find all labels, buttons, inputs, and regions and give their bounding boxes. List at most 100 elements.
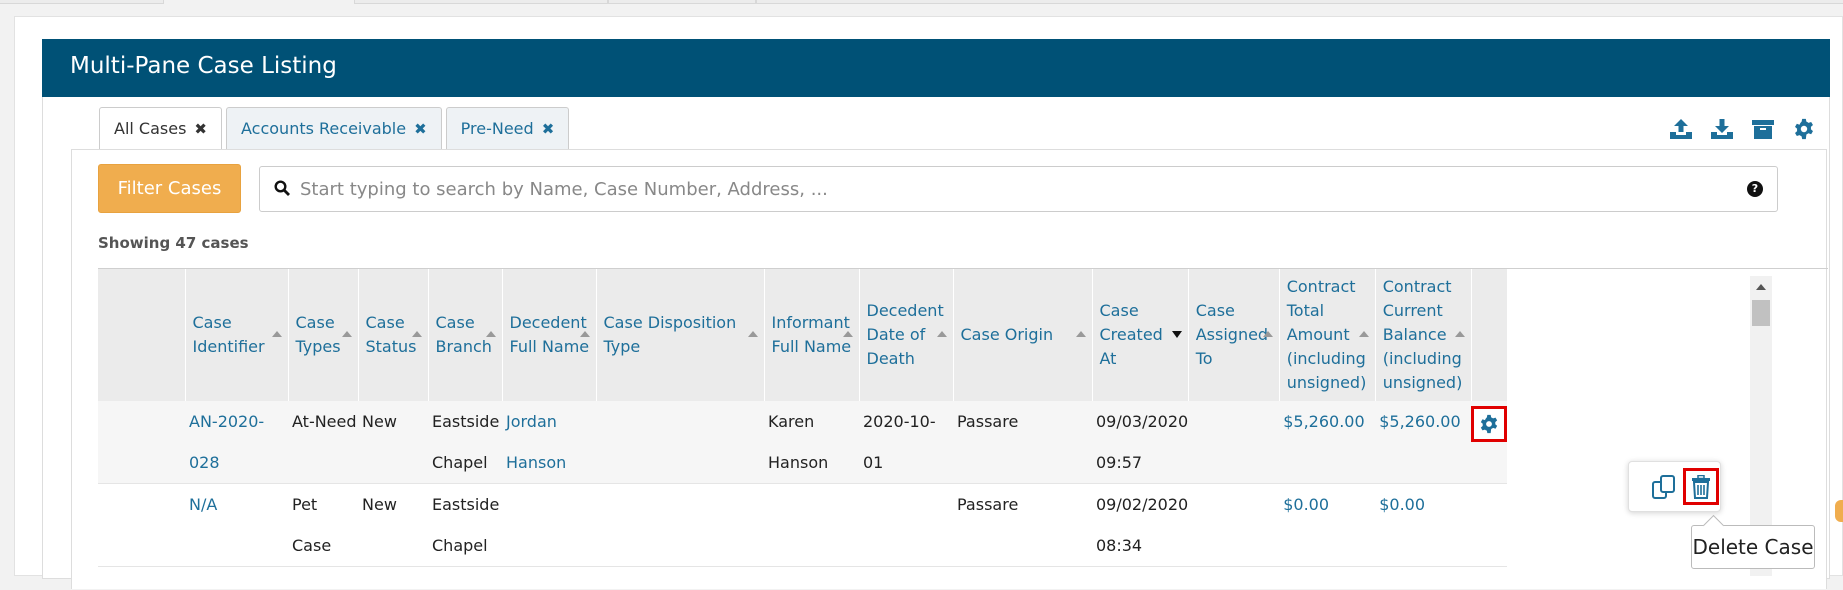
cell-case-origin: Passare: [953, 401, 1092, 484]
close-icon[interactable]: ✖: [194, 120, 207, 138]
sort-icon[interactable]: [842, 331, 853, 337]
col-case-types[interactable]: Case Types: [288, 269, 359, 401]
case-table: Case Identifier Case Types Case Status C…: [98, 268, 1828, 590]
top-tab[interactable]: [354, 0, 608, 4]
table-row[interactable]: AN-2020-028 At-Need New Eastside Chapel …: [98, 401, 1508, 484]
sort-icon[interactable]: [579, 331, 590, 337]
col-select: [98, 269, 186, 401]
cell-case-branch: Eastside Chapel: [428, 483, 502, 567]
cell-decedent-full-name: [502, 483, 596, 567]
contract-total-link[interactable]: $0.00: [1283, 495, 1329, 514]
sort-icon[interactable]: [485, 331, 496, 337]
cell-contract-current-balance[interactable]: $0.00: [1375, 483, 1472, 567]
cell-contract-current-balance[interactable]: $5,260.00: [1375, 401, 1472, 484]
sort-icon[interactable]: [936, 331, 947, 337]
column-header-label: Case Created At: [1099, 301, 1163, 368]
tab-pre-need[interactable]: Pre-Need ✖: [445, 107, 570, 149]
case-identifier-link[interactable]: AN-2020-028: [189, 412, 264, 472]
cell-case-identifier[interactable]: AN-2020-028: [185, 401, 288, 484]
trash-icon: [1692, 474, 1710, 499]
column-header-label: Case Identifier: [192, 313, 265, 356]
sort-icon[interactable]: [271, 331, 282, 337]
cell-case-origin: Passare: [953, 483, 1092, 567]
col-decedent-full-name[interactable]: Decedent Full Name: [502, 269, 597, 401]
archive-icon[interactable]: [1749, 115, 1776, 142]
col-case-origin[interactable]: Case Origin: [953, 269, 1093, 401]
scroll-thumb[interactable]: [1752, 300, 1770, 326]
close-icon[interactable]: ✖: [414, 120, 427, 138]
contract-balance-link[interactable]: $5,260.00: [1379, 412, 1460, 431]
column-header-label: Case Origin: [960, 325, 1054, 344]
case-identifier-link[interactable]: N/A: [189, 495, 217, 514]
view-tabs: All Cases ✖ Accounts Receivable ✖ Pre-Need…: [99, 107, 573, 150]
top-tab-strip: [0, 0, 1843, 5]
cell-decedent-full-name[interactable]: Jordan Hanson: [502, 401, 596, 484]
col-case-created-at[interactable]: Case Created At: [1092, 269, 1189, 401]
copy-icon[interactable]: [1651, 474, 1677, 504]
panel-title: Multi-Pane Case Listing: [42, 39, 1830, 97]
column-header-label: Decedent Date of Death: [866, 301, 944, 368]
tab-accounts-receivable[interactable]: Accounts Receivable ✖: [226, 107, 442, 149]
col-case-disposition-type[interactable]: Case Disposition Type: [596, 269, 765, 401]
sort-icon[interactable]: [1262, 331, 1273, 337]
top-tab[interactable]: [0, 0, 164, 4]
tab-label: Accounts Receivable: [241, 119, 407, 138]
sort-icon[interactable]: [1358, 331, 1369, 337]
contract-total-link[interactable]: $5,260.00: [1283, 412, 1364, 431]
side-tab[interactable]: [1835, 500, 1843, 522]
cell-case-status: New: [358, 483, 428, 567]
col-case-assigned-to[interactable]: Case Assigned To: [1188, 269, 1280, 401]
sort-icon[interactable]: [411, 331, 422, 337]
cell-decedent-date-of-death: 2020-10-01: [859, 401, 953, 484]
col-case-identifier[interactable]: Case Identifier: [185, 269, 289, 401]
row-settings-button[interactable]: [1471, 406, 1508, 442]
col-contract-current-balance[interactable]: Contract Current Balance (including unsi…: [1375, 269, 1472, 401]
col-actions: [1471, 269, 1508, 401]
cell-contract-total-amount[interactable]: $5,260.00: [1279, 401, 1376, 484]
table-header-row: Case Identifier Case Types Case Status C…: [98, 269, 1508, 401]
panel-body: All Cases ✖ Accounts Receivable ✖ Pre-Need…: [42, 97, 1830, 589]
scroll-up-icon[interactable]: [1756, 284, 1766, 290]
gear-icon[interactable]: [1790, 115, 1817, 142]
tab-label: All Cases: [114, 119, 187, 138]
cell-case-created-at: 09/03/2020 09:57: [1092, 401, 1189, 484]
cell-case-identifier[interactable]: N/A: [185, 483, 288, 567]
top-tab[interactable]: [756, 0, 1843, 4]
cell-case-assigned-to: [1188, 483, 1280, 567]
row-select-cell: [98, 483, 185, 567]
column-header-label: Contract Current Balance (including unsi…: [1382, 277, 1463, 392]
column-header-label: Case Status: [365, 313, 417, 356]
col-decedent-date-of-death[interactable]: Decedent Date of Death: [859, 269, 954, 401]
cell-row-actions: [1471, 401, 1508, 484]
col-informant-full-name[interactable]: Informant Full Name: [764, 269, 860, 401]
col-contract-total-amount[interactable]: Contract Total Amount (including unsigne…: [1279, 269, 1376, 401]
sort-icon[interactable]: [747, 331, 758, 337]
cell-contract-total-amount[interactable]: $0.00: [1279, 483, 1376, 567]
cell-row-actions: [1471, 483, 1508, 567]
top-tab[interactable]: [608, 0, 756, 4]
tab-all-cases[interactable]: All Cases ✖: [99, 107, 222, 150]
column-header-label: Case Disposition Type: [603, 313, 737, 356]
delete-case-button[interactable]: [1683, 468, 1719, 505]
decedent-link[interactable]: Jordan Hanson: [506, 412, 566, 472]
col-case-branch[interactable]: Case Branch: [428, 269, 503, 401]
cell-informant-full-name: [764, 483, 859, 567]
cell-case-disposition-type: [596, 483, 764, 567]
upload-icon[interactable]: [1667, 115, 1694, 142]
download-icon[interactable]: [1708, 115, 1735, 142]
contract-balance-link[interactable]: $0.00: [1379, 495, 1425, 514]
table-row[interactable]: N/A Pet Case New Eastside Chapel Passare…: [98, 483, 1508, 567]
close-icon[interactable]: ✖: [542, 120, 555, 138]
sort-icon[interactable]: [1454, 331, 1465, 337]
sort-icon[interactable]: [341, 331, 352, 337]
filter-cases-button[interactable]: Filter Cases: [98, 164, 241, 213]
column-header-label: Informant Full Name: [771, 313, 852, 356]
help-icon[interactable]: ?: [1747, 181, 1763, 197]
search-input[interactable]: [300, 175, 1720, 203]
col-case-status[interactable]: Case Status: [358, 269, 429, 401]
column-header-label: Decedent Full Name: [509, 313, 590, 356]
sort-desc-icon[interactable]: [1171, 331, 1182, 338]
cell-decedent-date-of-death: [859, 483, 953, 567]
row-select-cell: [98, 401, 185, 484]
sort-icon[interactable]: [1075, 331, 1086, 337]
